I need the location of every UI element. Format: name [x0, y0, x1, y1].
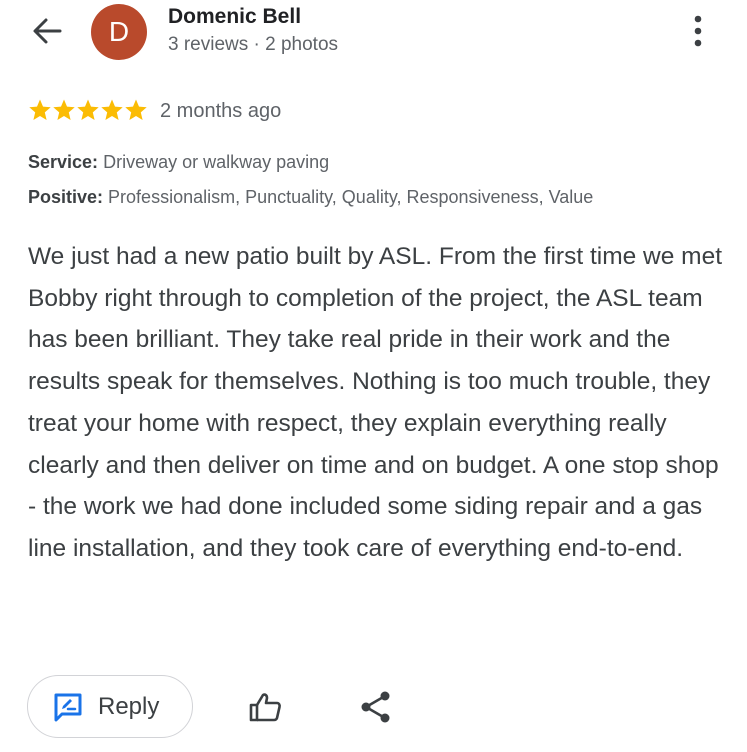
- service-label: Service:: [28, 152, 99, 172]
- positive-row: Positive: Professionalism, Punctuality, …: [28, 187, 593, 208]
- reply-label: Reply: [98, 692, 160, 720]
- share-icon: [361, 691, 390, 723]
- back-arrow-icon: [33, 18, 62, 44]
- star-rating: [28, 98, 148, 122]
- star-icon: [101, 99, 123, 120]
- back-arrow-button[interactable]: [30, 14, 64, 48]
- thumb-up-icon: [249, 693, 281, 722]
- reply-icon: [54, 693, 82, 721]
- star-icon: [77, 99, 99, 120]
- like-button[interactable]: [249, 692, 283, 722]
- service-value: Driveway or walkway paving: [103, 152, 330, 172]
- positive-label: Positive:: [28, 187, 104, 207]
- review-text: We just had a new patio built by ASL. Fr…: [28, 243, 723, 562]
- star-icon: [53, 99, 75, 120]
- more-vert-icon: [694, 15, 702, 47]
- more-options-button[interactable]: [688, 14, 708, 48]
- review-date: 2 months ago: [160, 100, 282, 122]
- reviewer-name[interactable]: Domenic Bell: [168, 5, 301, 29]
- avatar[interactable]: D: [91, 4, 147, 60]
- star-icon: [29, 99, 51, 120]
- service-row: Service: Driveway or walkway paving: [28, 152, 329, 173]
- positive-value: Professionalism, Punctuality, Quality, R…: [108, 187, 594, 207]
- share-button[interactable]: [360, 690, 392, 724]
- avatar-initial: D: [108, 16, 130, 47]
- reply-button[interactable]: Reply: [27, 675, 193, 738]
- star-icon: [125, 99, 147, 120]
- reviewer-meta: 3 reviews · 2 photos: [168, 34, 339, 55]
